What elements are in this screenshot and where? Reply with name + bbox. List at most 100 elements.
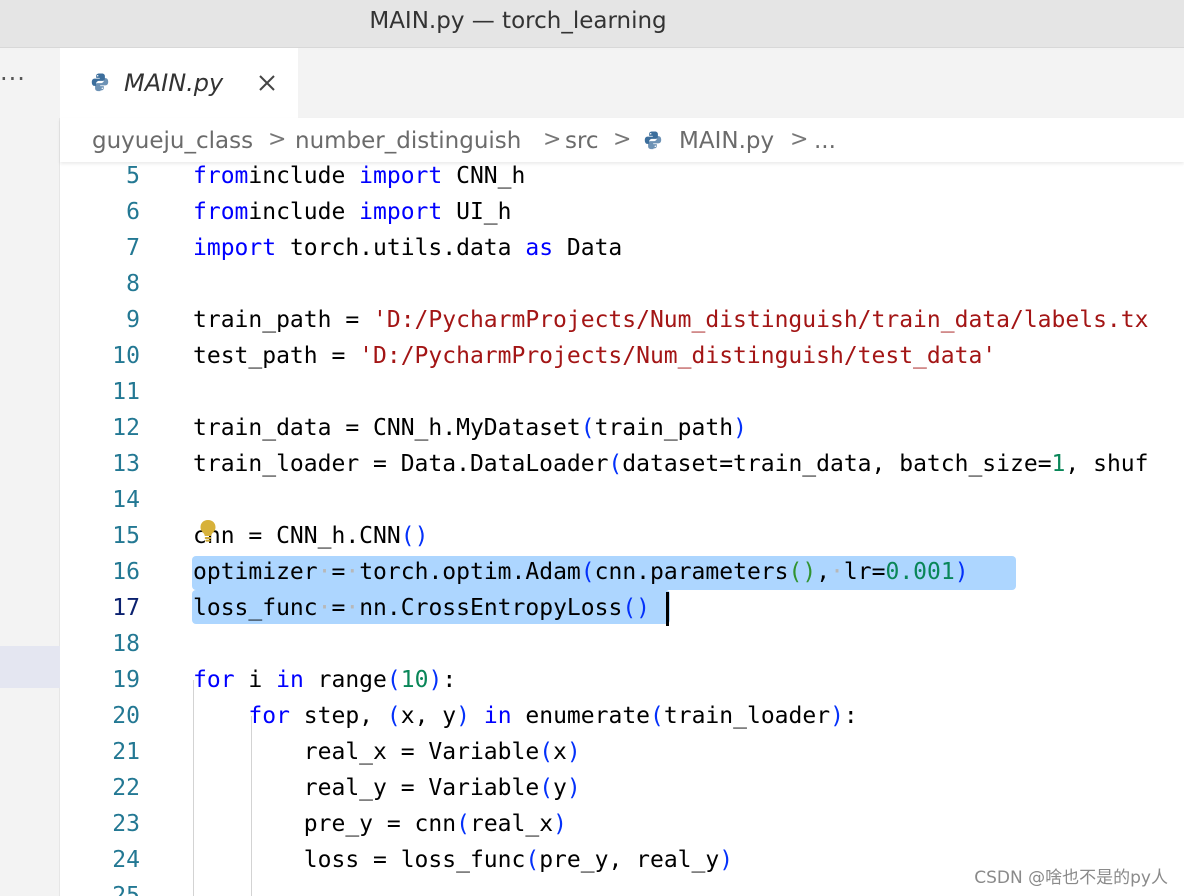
code-token: real_x = Variable — [193, 739, 540, 765]
code-token: include — [248, 163, 360, 189]
code-token: ( — [456, 811, 470, 837]
code-token: x, y — [400, 703, 457, 729]
code-line[interactable]: 10 test_path = 'D:/PycharmProjects/Num_di… — [60, 338, 1184, 374]
line-number: 20 — [112, 703, 140, 729]
code-line[interactable]: 17 loss_func·=·nn.CrossEntropyLoss() — [60, 590, 1184, 626]
code-token: real_y = Variable — [193, 775, 540, 801]
breadcrumb-separator: > — [613, 127, 632, 152]
code-token: () — [788, 559, 817, 585]
code-text: train_loader = Data.DataLoader(dataset=t… — [193, 446, 1149, 482]
code-token: from — [193, 163, 249, 189]
code-token: · — [317, 559, 332, 585]
code-token: CNN_h — [442, 163, 526, 189]
code-token: pre_y, real_y — [539, 847, 720, 873]
breadcrumb-separator: > — [268, 127, 287, 152]
code-token: range — [303, 667, 387, 693]
code-token: () — [400, 523, 429, 549]
breadcrumb-item-main-py[interactable]: MAIN.py — [679, 118, 774, 162]
code-text: test_path = 'D:/PycharmProjects/Num_dist… — [193, 338, 996, 374]
code-token: as — [525, 235, 554, 261]
code-line[interactable]: 12 train_data = CNN_h.MyDataset(train_pat… — [60, 410, 1184, 446]
code-token: from — [193, 199, 249, 225]
breadcrumb: guyueju_class > number_distinguish > src… — [60, 118, 1184, 162]
python-file-icon — [91, 73, 109, 92]
breadcrumb-item-src[interactable]: src — [565, 118, 599, 162]
code-line[interactable]: 13 train_loader = Data.DataLoader(dataset… — [60, 446, 1184, 482]
line-number: 23 — [112, 811, 140, 837]
code-token: step, — [289, 703, 387, 729]
code-token: ) — [553, 811, 567, 837]
code-token: y — [553, 775, 567, 801]
code-line[interactable]: 7 import torch.utils.data as Data — [60, 230, 1184, 266]
window-title: MAIN.py — torch_learning — [369, 8, 667, 34]
breadcrumb-item-ellipsis[interactable]: ... — [814, 118, 836, 162]
tab-main-py[interactable]: MAIN.py — [60, 48, 298, 118]
code-token: , — [816, 559, 831, 585]
code-text: pre_y = cnn(real_x) — [193, 806, 567, 842]
code-token: , shuf — [1065, 451, 1149, 477]
code-text: for i in range(10): — [193, 662, 456, 698]
line-number: 18 — [112, 631, 140, 657]
code-token: = — [331, 559, 346, 585]
code-token: ( — [539, 739, 554, 765]
breadcrumb-separator: > — [543, 127, 562, 152]
code-line[interactable]: 16 optimizer·=·torch.optim.Adam(cnn.param… — [60, 554, 1184, 590]
line-number: 9 — [126, 307, 140, 333]
code-token: · — [317, 595, 332, 621]
code-line[interactable]: 23 pre_y = cnn(real_x) — [60, 806, 1184, 842]
code-token: ) — [733, 415, 747, 441]
lightbulb-icon[interactable] — [199, 519, 217, 543]
code-token: torch.utils.data — [276, 235, 526, 261]
code-line[interactable]: 5 frominclude import CNN_h — [60, 162, 1184, 194]
line-number: 6 — [126, 199, 140, 225]
sidebar-strip — [0, 118, 60, 896]
code-line[interactable]: 11 — [60, 374, 1184, 410]
code-token: ) — [954, 559, 969, 585]
code-token: for — [193, 667, 235, 693]
code-editor[interactable]: 5 frominclude import CNN_h 6 frominclude im… — [60, 162, 1184, 896]
breadcrumb-item-guyueju-class[interactable]: guyueju_class — [92, 118, 253, 162]
code-line[interactable]: 20 for step, (x, y) in enumerate(train_l… — [60, 698, 1184, 734]
line-number: 19 — [112, 667, 140, 693]
code-token: import — [193, 235, 277, 261]
code-token: Data — [553, 235, 623, 261]
code-token: ) — [456, 703, 470, 729]
code-line[interactable]: 6 frominclude import UI_h — [60, 194, 1184, 230]
code-token: ( — [608, 451, 623, 477]
code-token: : — [843, 703, 858, 729]
code-token: lr= — [843, 559, 886, 585]
code-token: test_path = — [193, 343, 360, 369]
code-line[interactable]: 14 — [60, 482, 1184, 518]
code-token: ( — [386, 667, 401, 693]
code-line[interactable]: 19 for i in range(10): — [60, 662, 1184, 698]
code-line[interactable]: 8 — [60, 266, 1184, 302]
more-actions-icon[interactable]: ··· — [0, 48, 36, 118]
code-token: ( — [539, 775, 554, 801]
code-line[interactable]: 21 real_x = Variable(x) — [60, 734, 1184, 770]
code-line[interactable]: 22 real_y = Variable(y) — [60, 770, 1184, 806]
code-text: loss = loss_func(pre_y, real_y) — [193, 842, 733, 878]
code-line[interactable]: 15 cnn = CNN_h.CNN() — [60, 518, 1184, 554]
code-line[interactable]: 9 train_path = 'D:/PycharmProjects/Num_di… — [60, 302, 1184, 338]
code-token: ) — [428, 667, 443, 693]
code-line[interactable]: 18 — [60, 626, 1184, 662]
code-token: 'D:/PycharmProjects/Num_distinguish/trai… — [373, 307, 1149, 333]
code-token: train_loader = Data.DataLoader — [193, 451, 609, 477]
code-token: 1 — [1051, 451, 1066, 477]
code-token: ) — [566, 775, 581, 801]
code-token: train_path = — [193, 307, 374, 333]
line-number: 7 — [126, 235, 140, 261]
code-token: x — [553, 739, 567, 765]
code-token: cnn = CNN_h.CNN — [193, 523, 401, 549]
sidebar-active-item[interactable] — [0, 646, 60, 688]
code-text: train_path = 'D:/PycharmProjects/Num_dis… — [193, 302, 1148, 338]
close-icon[interactable] — [256, 72, 278, 94]
code-token: ( — [525, 847, 540, 873]
line-number: 21 — [112, 739, 140, 765]
breadcrumb-item-number-distinguish[interactable]: number_distinguish — [295, 118, 521, 162]
text-cursor — [666, 592, 669, 626]
line-number: 10 — [112, 343, 140, 369]
code-text: real_y = Variable(y) — [193, 770, 581, 806]
code-token: train_loader — [663, 703, 831, 729]
code-token: 0.001 — [885, 559, 955, 585]
